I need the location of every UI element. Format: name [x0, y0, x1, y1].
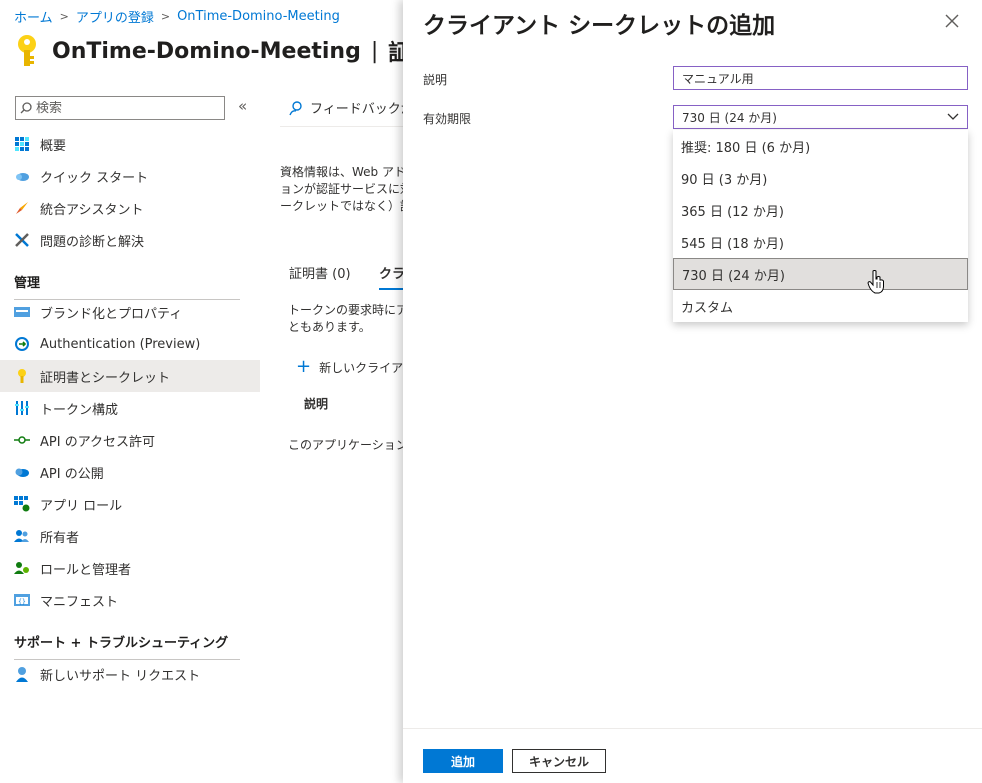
sidebar-item-app-roles[interactable]: アプリ ロール: [0, 488, 260, 520]
tools-icon: [14, 232, 30, 248]
support-icon: [14, 666, 30, 682]
overview-icon: [14, 136, 30, 152]
sidebar-item-quickstart[interactable]: クイック スタート: [0, 160, 260, 192]
description-label: 説明: [423, 73, 448, 87]
sidebar-item-authentication[interactable]: Authentication (Preview): [0, 328, 260, 360]
search-icon: [20, 102, 32, 114]
description-input[interactable]: マニュアル用: [673, 66, 968, 90]
sidebar-item-api-permissions[interactable]: API のアクセス許可: [0, 424, 260, 456]
app-roles-icon: [14, 496, 30, 512]
close-icon[interactable]: [943, 12, 961, 30]
plus-icon: +: [296, 356, 312, 377]
breadcrumb: ホーム > アプリの登録 > OnTime-Domino-Meeting: [14, 7, 340, 26]
sidebar-item-label: マニフェスト: [40, 594, 119, 610]
sidebar-item-owners[interactable]: 所有者: [0, 520, 260, 552]
breadcrumb-home[interactable]: ホーム: [14, 7, 53, 26]
token-icon: [14, 400, 30, 416]
rocket-icon: [14, 200, 30, 216]
panel-footer-divider: [403, 728, 982, 729]
page-title: OnTime-Domino-Meeting: [52, 38, 361, 64]
add-client-secret-panel: クライアント シークレットの追加 説明 マニュアル用 有効期限 730 日 (2…: [403, 0, 982, 783]
chevron-down-icon: [947, 113, 959, 120]
sidebar-item-manifest[interactable]: {} マニフェスト: [0, 584, 260, 616]
search-input[interactable]: [36, 100, 216, 116]
svg-text:{}: {}: [18, 599, 26, 606]
panel-title: クライアント シークレットの追加: [423, 13, 776, 39]
sidebar-item-overview[interactable]: 概要: [0, 128, 260, 160]
chevron-right-icon: >: [160, 10, 171, 23]
sidebar-item-certificates-secrets[interactable]: 証明書とシークレット: [0, 360, 260, 392]
sidebar-item-label: 証明書とシークレット: [40, 370, 171, 386]
expiry-option-180[interactable]: 推奨: 180 日 (6 か月): [673, 130, 968, 162]
sidebar-item-label: アプリ ロール: [40, 498, 123, 514]
token-line-2: ともあります。: [288, 320, 371, 334]
key-icon: [18, 35, 36, 66]
breadcrumb-app[interactable]: OnTime-Domino-Meeting: [177, 9, 340, 24]
add-button[interactable]: 追加: [423, 749, 503, 773]
owners-icon: [14, 528, 30, 544]
api-permission-icon: [14, 432, 30, 448]
sidebar-item-label: 新しいサポート リクエスト: [40, 668, 201, 684]
cloud-api-icon: [14, 464, 30, 480]
sidebar-item-label: ブランド化とプロパティ: [40, 306, 183, 322]
expiry-dropdown-list: 推奨: 180 日 (6 か月) 90 日 (3 か月) 365 日 (12 か…: [673, 130, 968, 322]
chevron-right-icon: >: [59, 10, 69, 23]
expiry-selected-value: 730 日 (24 か月): [682, 110, 777, 125]
section-support: サポート + トラブルシューティング: [14, 632, 240, 660]
expiry-option-custom[interactable]: カスタム: [673, 290, 968, 322]
expiry-option-545[interactable]: 545 日 (18 か月): [673, 226, 968, 258]
sidebar-item-label: API のアクセス許可: [40, 434, 156, 450]
tab-certificates[interactable]: 証明書 (0): [289, 263, 351, 282]
description-value: マニュアル用: [682, 71, 754, 86]
toolbar-divider: [280, 126, 420, 127]
title-separator: |: [370, 38, 379, 64]
sidebar-item-new-support-request[interactable]: 新しいサポート リクエスト: [0, 658, 260, 690]
sidebar-item-roles-admins[interactable]: ロールと管理者: [0, 552, 260, 584]
sidebar-item-label: 所有者: [40, 530, 80, 546]
sidebar-item-label: トークン構成: [40, 402, 119, 418]
cloud-icon: [14, 168, 30, 184]
breadcrumb-app-registrations[interactable]: アプリの登録: [76, 7, 154, 26]
token-line-1: トークンの要求時にアプ: [288, 303, 421, 317]
sidebar-item-label: 問題の診断と解決: [40, 234, 145, 250]
sidebar-item-label: API の公開: [40, 466, 104, 482]
expiry-option-730[interactable]: 730 日 (24 か月): [673, 258, 968, 290]
expiry-option-365[interactable]: 365 日 (12 か月): [673, 194, 968, 226]
manifest-icon: {}: [14, 592, 30, 608]
sidebar-item-label: ロールと管理者: [40, 562, 132, 578]
sidebar-item-token-config[interactable]: トークン構成: [0, 392, 260, 424]
expiry-select[interactable]: 730 日 (24 か月): [673, 105, 968, 129]
key-icon: [14, 368, 30, 384]
sidebar-item-branding[interactable]: ブランド化とプロパティ: [0, 296, 260, 328]
cancel-button[interactable]: キャンセル: [512, 749, 606, 773]
column-header-description: 説明: [304, 397, 329, 411]
auth-icon: [14, 336, 30, 352]
sidebar-item-label: クイック スタート: [40, 170, 149, 186]
sidebar-item-expose-api[interactable]: API の公開: [0, 456, 260, 488]
sidebar-item-label: 統合アシスタント: [40, 202, 144, 218]
sidebar-item-integration-assistant[interactable]: 統合アシスタント: [0, 192, 260, 224]
expiry-label: 有効期限: [423, 112, 472, 126]
hand-cursor-icon: [867, 270, 884, 294]
collapse-sidebar-icon[interactable]: «: [238, 97, 247, 115]
sidebar-item-label: 概要: [40, 138, 67, 154]
description-line-1: 資格情報は、Web アド: [280, 165, 406, 179]
feedback-icon: [289, 100, 302, 115]
sidebar-search: [15, 96, 225, 120]
page-header: OnTime-Domino-Meeting | 証明: [14, 34, 432, 68]
sidebar-item-diagnose[interactable]: 問題の診断と解決: [0, 224, 260, 256]
admin-icon: [14, 560, 30, 576]
branding-icon: [14, 304, 30, 320]
expiry-option-90[interactable]: 90 日 (3 か月): [673, 162, 968, 194]
sidebar-item-label: Authentication (Preview): [40, 336, 201, 352]
